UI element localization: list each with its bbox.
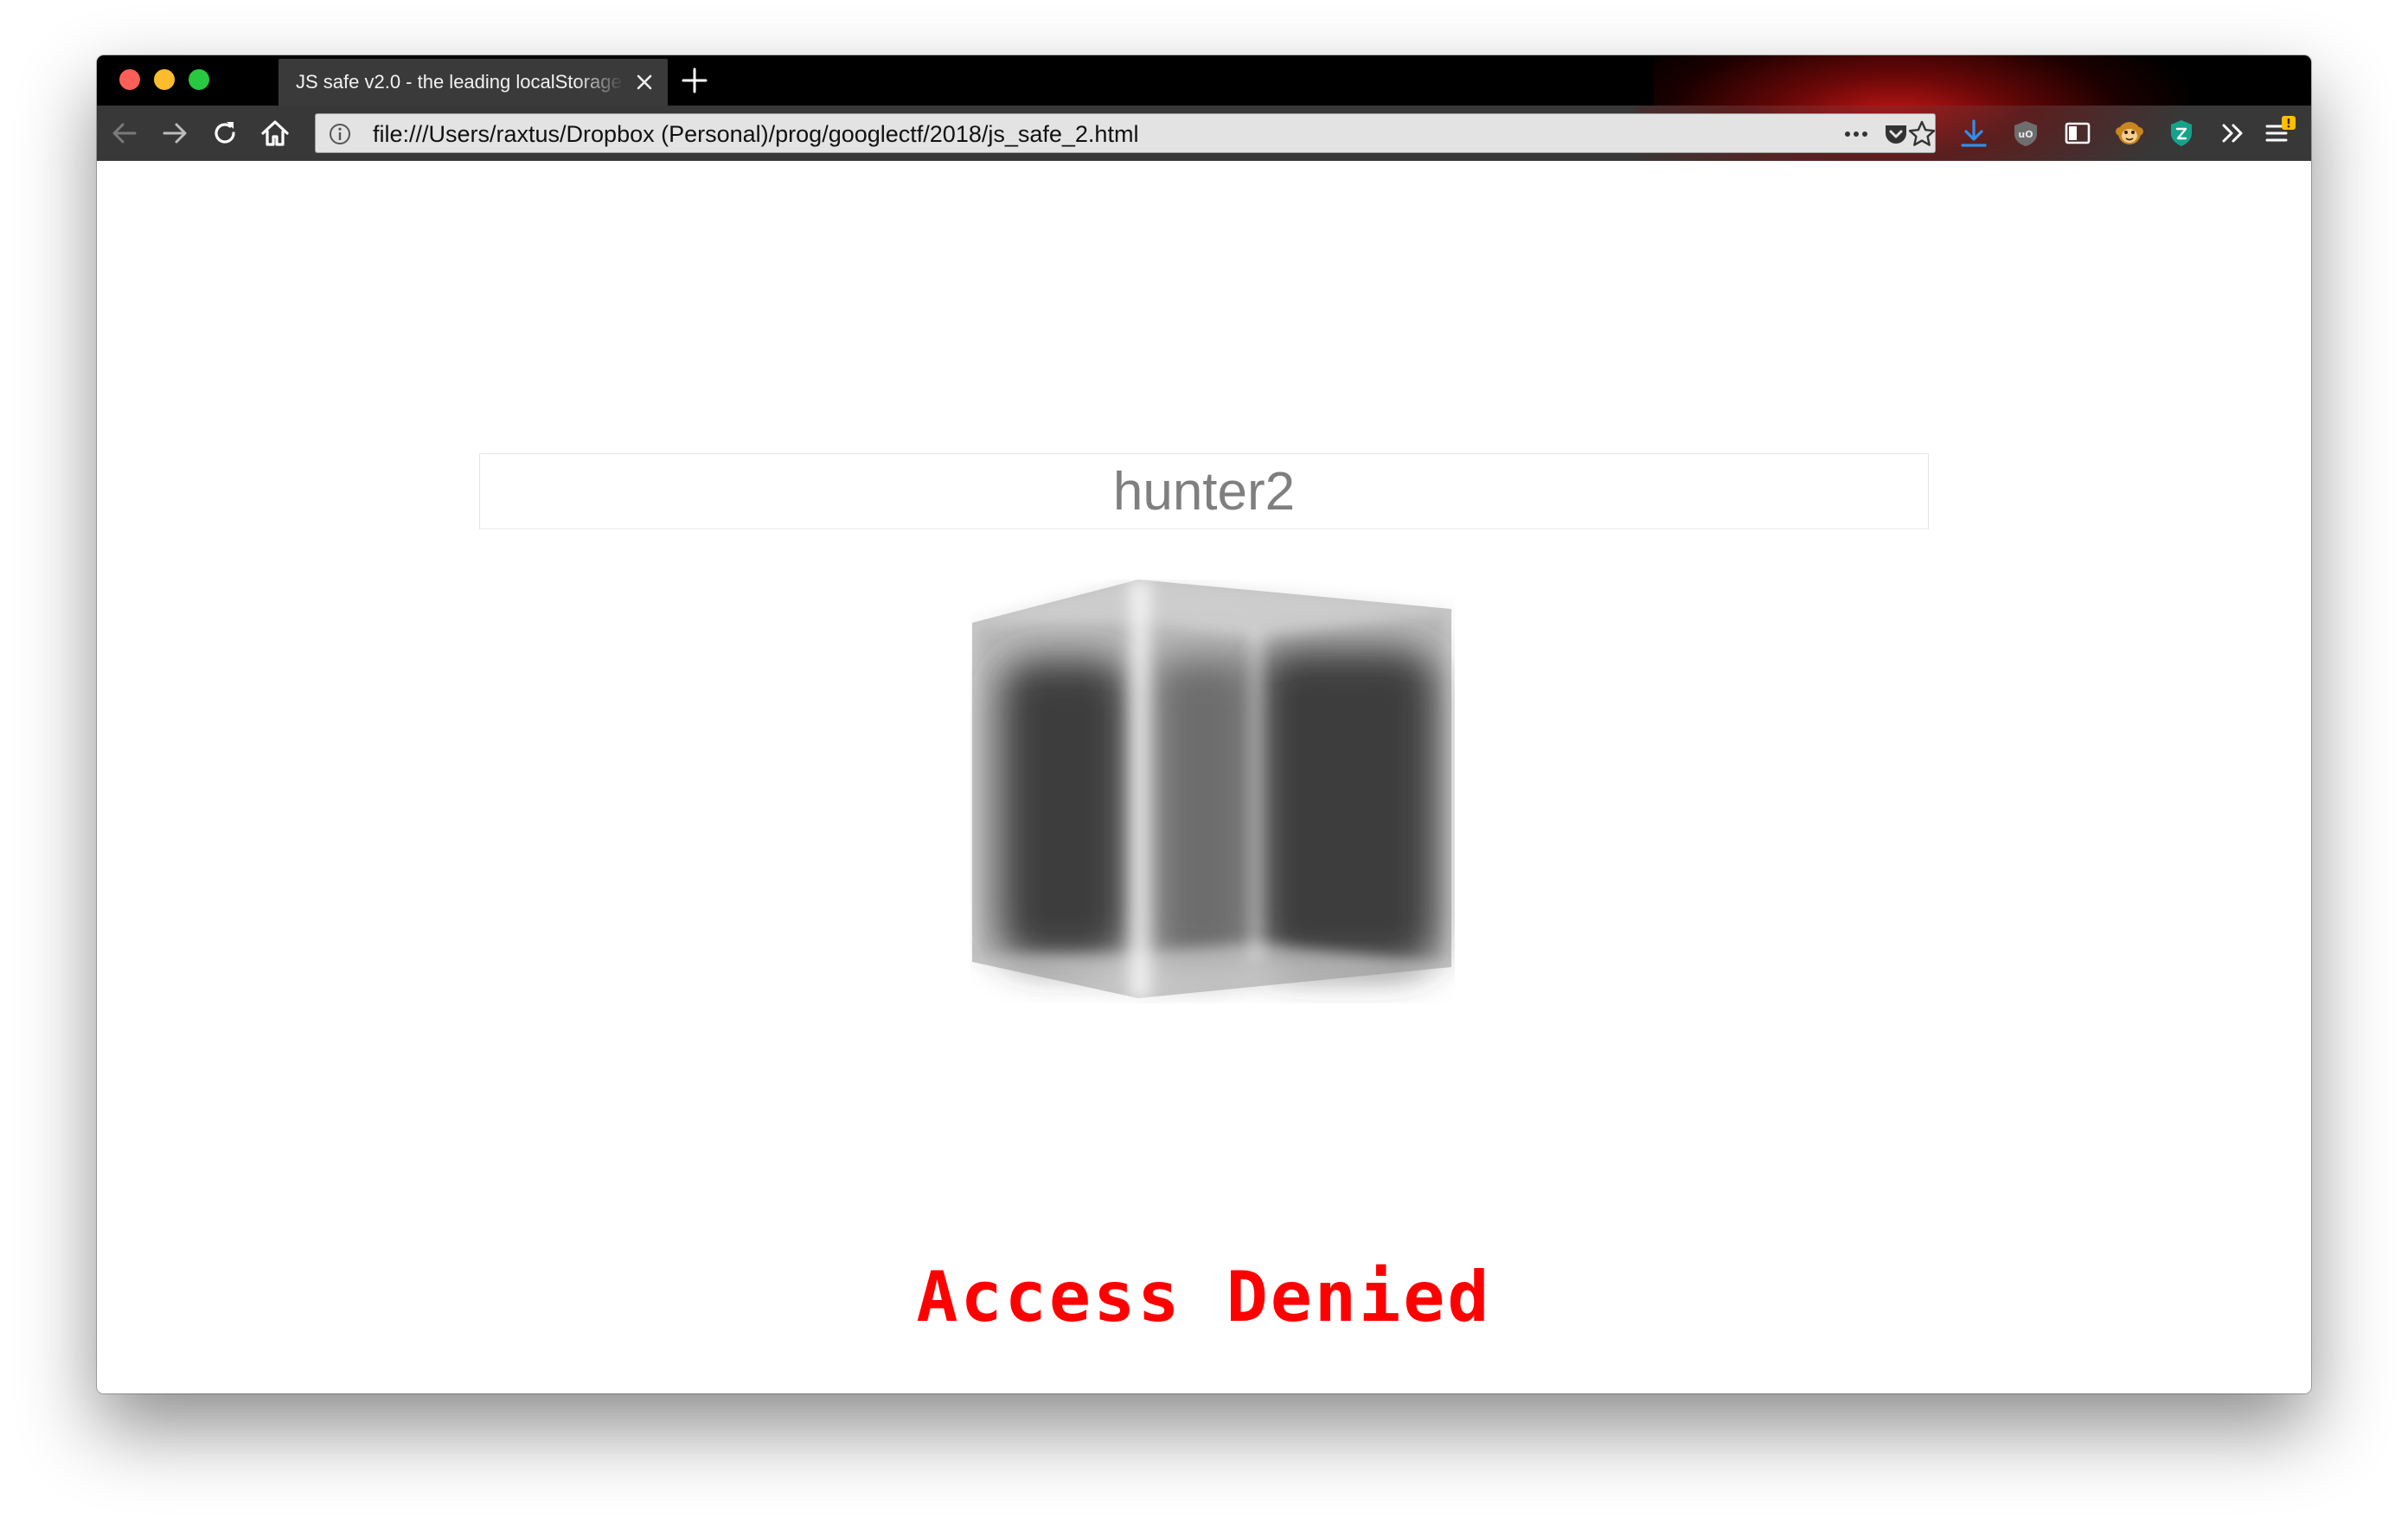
screenshot-stage: JS safe v2.0 - the leading localStorage … xyxy=(0,0,2408,1531)
chevron-double-right-icon xyxy=(2222,124,2243,143)
download-icon xyxy=(1961,119,1987,147)
main-menu-button[interactable] xyxy=(2263,116,2297,151)
close-icon[interactable] xyxy=(633,71,656,93)
new-tab-icon[interactable] xyxy=(680,66,709,95)
svg-text:uO: uO xyxy=(2018,129,2033,140)
theme-background xyxy=(1654,55,2190,106)
url-text[interactable]: file:///Users/raxtus/Dropbox (Personal)/… xyxy=(373,122,1138,146)
pocket-button[interactable] xyxy=(1881,119,1911,149)
password-input[interactable] xyxy=(479,453,1929,529)
tab-active[interactable]: JS safe v2.0 - the leading localStorage … xyxy=(279,59,668,106)
sidebar-icon xyxy=(2065,122,2091,144)
ublock-icon: uO xyxy=(2014,121,2037,146)
window-minimize-button[interactable] xyxy=(154,69,175,90)
home-button[interactable] xyxy=(258,116,292,151)
reload-button[interactable] xyxy=(208,116,242,151)
back-arrow-icon xyxy=(112,123,137,144)
window-maximize-button[interactable] xyxy=(189,69,209,90)
window-close-button[interactable] xyxy=(119,69,140,90)
sidebar-button[interactable] xyxy=(2060,116,2095,151)
monkey-icon xyxy=(2116,122,2143,144)
reload-icon xyxy=(215,122,235,144)
info-icon[interactable] xyxy=(328,122,352,146)
shield-icon xyxy=(2171,120,2192,146)
page-content: Access Denied xyxy=(97,161,2311,1393)
hamburger-menu-icon xyxy=(2265,116,2296,142)
ublock-button[interactable]: uO xyxy=(2008,116,2043,151)
back-button[interactable] xyxy=(107,116,142,151)
cube-graphic xyxy=(970,580,1454,1002)
downloads-button[interactable] xyxy=(1956,116,1991,151)
privacy-button[interactable] xyxy=(2164,116,2199,151)
page-actions-button[interactable] xyxy=(1841,119,1871,149)
more-dots-icon xyxy=(1845,131,1867,137)
address-bar[interactable]: file:///Users/raxtus/Dropbox (Personal)/… xyxy=(315,113,1936,153)
forward-button[interactable] xyxy=(157,116,192,151)
home-icon xyxy=(261,120,289,146)
navigation-toolbar: file:///Users/raxtus/Dropbox (Personal)/… xyxy=(97,106,2311,161)
bookmark-button[interactable] xyxy=(1907,119,1937,149)
star-icon xyxy=(1908,120,1936,146)
forward-arrow-icon xyxy=(163,123,187,144)
browser-window: JS safe v2.0 - the leading localStorage … xyxy=(97,55,2311,1393)
tab-title: JS safe v2.0 - the leading localStorage … xyxy=(296,71,624,93)
overflow-menu-button[interactable] xyxy=(2216,116,2251,151)
tampermonkey-button[interactable] xyxy=(2112,116,2147,151)
pocket-icon xyxy=(1886,125,1906,144)
access-status-text: Access Denied xyxy=(916,1257,1492,1337)
tab-strip: JS safe v2.0 - the leading localStorage … xyxy=(97,55,2311,106)
